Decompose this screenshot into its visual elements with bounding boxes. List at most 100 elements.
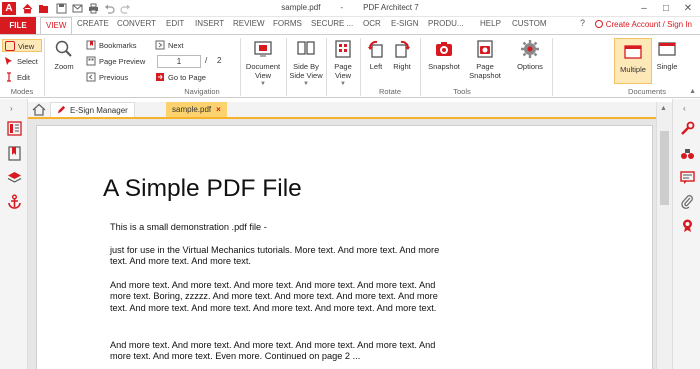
tab-convert[interactable]: CONVERT bbox=[117, 19, 156, 28]
single-document-button[interactable]: Single bbox=[654, 39, 680, 71]
scroll-up-icon[interactable]: ▲ bbox=[660, 105, 667, 112]
home-tab-icon[interactable] bbox=[32, 102, 46, 117]
page-view-label: Page View bbox=[334, 62, 352, 80]
collapse-ribbon-icon[interactable]: ▲ bbox=[689, 88, 696, 95]
previous-button[interactable]: Previous bbox=[86, 71, 128, 84]
document-view-label: Document View bbox=[245, 62, 281, 80]
tab-insert[interactable]: INSERT bbox=[195, 19, 224, 28]
window-title-separator: - bbox=[340, 3, 344, 12]
bookmarks-label: Bookmarks bbox=[99, 41, 137, 50]
tab-help[interactable]: HELP bbox=[480, 19, 501, 28]
next-label: Next bbox=[168, 41, 184, 50]
expand-right-panel-icon[interactable]: ‹ bbox=[683, 104, 686, 113]
maximize-button[interactable]: □ bbox=[658, 2, 674, 15]
previous-label: Previous bbox=[99, 73, 129, 82]
previous-page-icon bbox=[86, 72, 96, 82]
comment-icon[interactable] bbox=[680, 170, 695, 185]
paperclip-icon[interactable] bbox=[680, 194, 695, 209]
navigation-group-label: Navigation bbox=[184, 87, 220, 96]
tab-produ[interactable]: PRODU... bbox=[428, 19, 464, 28]
go-to-page-icon bbox=[156, 73, 164, 81]
document-view-icon bbox=[254, 41, 272, 57]
window-app-name: PDF Architect 7 bbox=[363, 3, 419, 12]
certificate-icon[interactable] bbox=[680, 218, 695, 233]
page-number-input[interactable]: 1 bbox=[157, 55, 201, 68]
window-title: sample.pdf - PDF Architect 7 bbox=[0, 3, 700, 12]
camera-icon bbox=[436, 42, 452, 56]
account-icon bbox=[594, 20, 603, 28]
document-viewport[interactable]: A Simple PDF File This is a small demons… bbox=[28, 119, 672, 369]
tab-sample-pdf[interactable]: sample.pdf × bbox=[166, 102, 227, 117]
ribbon-separator bbox=[360, 38, 361, 96]
page-view-button[interactable]: Page View ▼ bbox=[328, 39, 358, 89]
anchor-icon[interactable] bbox=[7, 194, 22, 209]
go-to-page-button[interactable]: Go to Page bbox=[155, 71, 206, 84]
page-preview-icon bbox=[86, 56, 96, 66]
page-preview-label: Page Preview bbox=[99, 57, 146, 66]
bookmark-panel-icon[interactable] bbox=[7, 146, 22, 161]
vertical-scrollbar[interactable]: ▲ bbox=[656, 102, 672, 369]
minimize-button[interactable]: – bbox=[636, 2, 652, 15]
rotate-right-button[interactable]: Right bbox=[390, 39, 414, 71]
next-button[interactable]: Next bbox=[155, 39, 183, 52]
ribbon-separator bbox=[44, 38, 45, 96]
tab-custom[interactable]: CUSTOM bbox=[512, 19, 547, 28]
close-window-button[interactable]: ✕ bbox=[680, 2, 696, 15]
document-title: A Simple PDF File bbox=[103, 175, 302, 202]
tab-sample-label: sample.pdf bbox=[172, 105, 212, 114]
tab-review[interactable]: REVIEW bbox=[233, 19, 265, 28]
tab-file[interactable]: FILE bbox=[0, 17, 36, 34]
tab-ocr[interactable]: OCR bbox=[363, 19, 381, 28]
document-view-button[interactable]: Document View ▼ bbox=[242, 39, 284, 89]
rotate-right-label: Right bbox=[393, 62, 411, 71]
tab-create[interactable]: CREATE bbox=[77, 19, 109, 28]
esign-pen-icon bbox=[57, 105, 66, 114]
mode-select-button[interactable]: Select bbox=[4, 55, 38, 68]
tab-edit[interactable]: EDIT bbox=[166, 19, 184, 28]
bookmarks-button[interactable]: Bookmarks bbox=[86, 39, 137, 52]
document-paragraph: And more text. And more text. And more t… bbox=[110, 280, 438, 313]
close-tab-icon[interactable]: × bbox=[216, 105, 221, 114]
page-snapshot-icon bbox=[477, 40, 493, 58]
window-file-name: sample.pdf bbox=[281, 3, 321, 12]
zoom-button[interactable]: Zoom bbox=[50, 39, 78, 71]
binoculars-icon[interactable] bbox=[680, 146, 695, 161]
rotate-left-icon bbox=[368, 40, 383, 58]
create-account-link[interactable]: Create Account / Sign In bbox=[594, 20, 692, 29]
tab-esign-label: E-Sign Manager bbox=[70, 106, 128, 115]
page-preview-button[interactable]: Page Preview bbox=[86, 55, 145, 68]
right-sidebar: ‹ bbox=[672, 99, 700, 369]
tab-secure[interactable]: SECURE ... bbox=[311, 19, 353, 28]
options-button[interactable]: Options bbox=[512, 39, 548, 71]
multiple-documents-button[interactable]: Multiple bbox=[614, 38, 652, 84]
ribbon-separator bbox=[420, 38, 421, 96]
mode-view-button[interactable]: View bbox=[2, 39, 42, 52]
thumbnails-icon[interactable] bbox=[7, 121, 22, 136]
tab-esign[interactable]: E-SIGN bbox=[391, 19, 419, 28]
page-total: 2 bbox=[217, 56, 222, 65]
side-by-side-view-button[interactable]: Side By Side View ▼ bbox=[288, 39, 324, 89]
tab-forms[interactable]: FORMS bbox=[273, 19, 302, 28]
mode-edit-label: Edit bbox=[17, 73, 30, 82]
zoom-icon bbox=[55, 40, 72, 57]
tools-group-label: Tools bbox=[453, 87, 471, 96]
ribbon-tabs: FILE VIEW CREATE CONVERT EDIT INSERT REV… bbox=[0, 17, 700, 34]
zoom-label: Zoom bbox=[54, 62, 74, 71]
wrench-icon[interactable] bbox=[680, 121, 695, 136]
document-paragraph: And more text. And more text. And more t… bbox=[110, 340, 436, 362]
document-paragraph: This is a small demonstration .pdf file … bbox=[110, 222, 267, 232]
scroll-thumb[interactable] bbox=[660, 131, 669, 205]
layers-icon[interactable] bbox=[7, 170, 22, 185]
mode-edit-button[interactable]: Edit bbox=[4, 71, 30, 84]
expand-left-panel-icon[interactable]: › bbox=[10, 104, 13, 113]
mode-view-label: View bbox=[18, 42, 35, 51]
page-view-icon bbox=[335, 40, 351, 58]
ribbon-separator bbox=[552, 38, 553, 96]
tab-view[interactable]: VIEW bbox=[40, 17, 73, 34]
tab-esign-manager[interactable]: E-Sign Manager bbox=[50, 102, 135, 117]
help-icon[interactable]: ? bbox=[580, 18, 585, 28]
snapshot-button[interactable]: Snapshot bbox=[424, 39, 464, 71]
page-current: 1 bbox=[176, 57, 182, 66]
rotate-left-button[interactable]: Left bbox=[364, 39, 388, 71]
page-snapshot-button[interactable]: Page Snapshot bbox=[468, 39, 502, 80]
